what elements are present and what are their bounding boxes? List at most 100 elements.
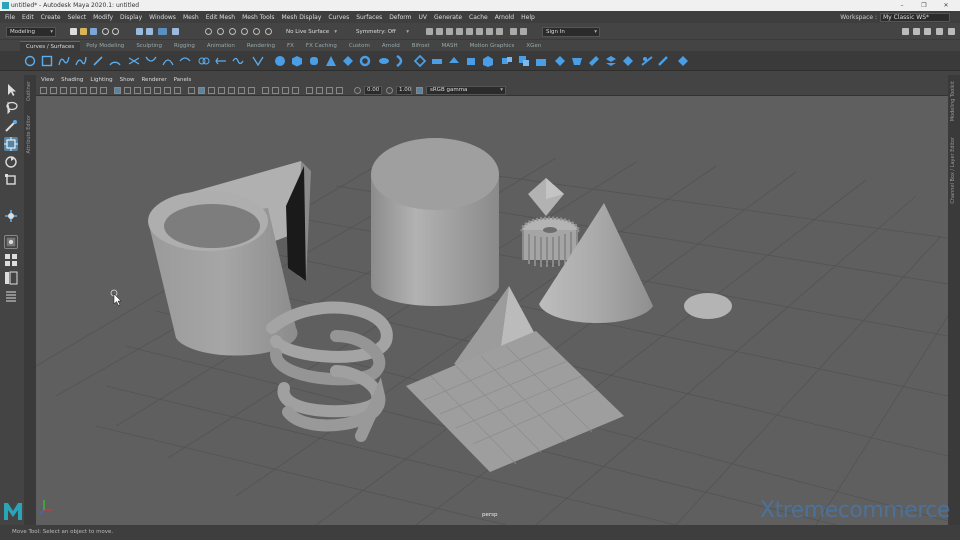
field-chart-icon[interactable] [154, 87, 161, 94]
sculpt-geometry-icon[interactable] [658, 55, 670, 67]
gate-mask-icon[interactable] [144, 87, 151, 94]
disc-object[interactable] [684, 293, 732, 319]
menu-display[interactable]: Display [120, 14, 142, 21]
lasso-tool-icon[interactable] [4, 101, 18, 115]
viewport-scene[interactable] [36, 96, 948, 525]
construction-history-icon[interactable] [426, 28, 433, 35]
scale-tool-icon[interactable] [4, 173, 18, 187]
attribute-editor-toggle-icon[interactable] [913, 28, 920, 35]
ep-curve-tool-icon[interactable] [75, 55, 87, 67]
maximize-button[interactable]: ❐ [914, 0, 934, 11]
nurbs-cube-icon[interactable] [291, 55, 303, 67]
isolate-select-icon[interactable] [306, 87, 313, 94]
paint-select-tool-icon[interactable] [4, 119, 18, 133]
panel-menu-renderer[interactable]: Renderer [141, 77, 166, 83]
snap-to-edge-icon[interactable] [265, 28, 272, 35]
boundary-icon[interactable] [482, 55, 494, 67]
lock-selection-icon[interactable] [172, 28, 179, 35]
tab-rendering[interactable]: Rendering [241, 41, 281, 51]
attach-curves-icon[interactable] [128, 55, 140, 67]
tab-rigging[interactable]: Rigging [168, 41, 201, 51]
birail-icon[interactable] [448, 55, 460, 67]
tab-curves-surfaces[interactable]: Curves / Surfaces [20, 41, 81, 51]
xray-joints-icon[interactable] [326, 87, 333, 94]
project-curve-icon[interactable] [535, 55, 547, 67]
tab-poly-modeling[interactable]: Poly Modeling [80, 41, 130, 51]
insert-knot-icon[interactable] [162, 55, 174, 67]
grease-pencil-icon[interactable] [100, 87, 107, 94]
trim-tool-icon[interactable] [554, 55, 566, 67]
menu-generate[interactable]: Generate [434, 14, 462, 21]
ipr-render-icon[interactable] [446, 28, 453, 35]
undo-icon[interactable] [102, 28, 109, 35]
nurbs-cylinder-icon[interactable] [308, 55, 320, 67]
nurbs-torus-icon[interactable] [359, 55, 371, 67]
motion-blur-icon[interactable] [272, 87, 279, 94]
tab-arnold[interactable]: Arnold [376, 41, 406, 51]
lock-camera-icon[interactable] [50, 87, 57, 94]
smooth-shade-icon[interactable] [198, 87, 205, 94]
channel-box-toggle-icon[interactable] [936, 28, 943, 35]
image-plane-icon[interactable] [80, 87, 87, 94]
arc-tool-icon[interactable] [109, 55, 121, 67]
open-close-surfaces-icon[interactable] [641, 55, 653, 67]
color-management-icon[interactable] [416, 87, 423, 94]
panel-menu-show[interactable]: Show [120, 77, 135, 83]
menu-mesh-tools[interactable]: Mesh Tools [242, 14, 274, 21]
reverse-curve-icon[interactable] [215, 55, 227, 67]
gear-icon[interactable] [948, 28, 955, 35]
nurbs-cone-icon[interactable] [325, 55, 337, 67]
menu-help[interactable]: Help [521, 14, 535, 21]
select-component-icon[interactable] [158, 28, 167, 35]
snap-view-plane-icon[interactable] [241, 28, 248, 35]
surface-editing-icon[interactable] [677, 55, 689, 67]
snap-live-icon[interactable] [253, 28, 260, 35]
menu-uv[interactable]: UV [419, 14, 428, 21]
snap-point-icon[interactable] [229, 28, 236, 35]
resolution-gate-icon[interactable] [134, 87, 141, 94]
single-view-layout-icon[interactable] [4, 235, 18, 249]
default-material-icon[interactable] [208, 87, 215, 94]
tab-xgen[interactable]: XGen [520, 41, 547, 51]
render-settings-icon[interactable] [456, 28, 463, 35]
attribute-editor-tab[interactable]: Attribute Editor [26, 115, 32, 153]
offset-curve-icon[interactable] [198, 55, 210, 67]
textured-icon[interactable] [228, 87, 235, 94]
menu-create[interactable]: Create [41, 14, 61, 21]
square-surface-icon[interactable] [501, 55, 513, 67]
menu-edit-mesh[interactable]: Edit Mesh [206, 14, 235, 21]
camera-sequencer-icon[interactable] [510, 28, 517, 35]
multisample-aa-icon[interactable] [282, 87, 289, 94]
screen-space-ao-icon[interactable] [262, 87, 269, 94]
select-hierarchy-icon[interactable] [136, 28, 143, 35]
xray-icon[interactable] [316, 87, 323, 94]
wireframe-on-shaded-icon[interactable] [218, 87, 225, 94]
select-camera-icon[interactable] [40, 87, 47, 94]
outliner-graph-layout-icon[interactable] [4, 289, 18, 303]
channel-box-layer-editor-tab[interactable]: Channel Box / Layer Editor [950, 137, 956, 204]
gamma-field[interactable]: 1.00 [396, 86, 412, 95]
two-d-pan-zoom-icon[interactable] [90, 87, 97, 94]
nurbs-circle-icon[interactable] [24, 55, 36, 67]
hypershade-icon[interactable] [466, 28, 473, 35]
menu-file[interactable]: File [5, 14, 15, 21]
light-editor-icon[interactable] [496, 28, 503, 35]
workspace-dropdown[interactable]: My Classic WS* [880, 12, 950, 22]
menu-arnold[interactable]: Arnold [495, 14, 514, 21]
grid-toggle-icon[interactable] [114, 87, 121, 94]
four-view-layout-icon[interactable] [4, 253, 18, 267]
panel-menu-panels[interactable]: Panels [174, 77, 192, 83]
snap-curve-icon[interactable] [217, 28, 224, 35]
cylinder-object[interactable] [371, 138, 499, 306]
menu-curves[interactable]: Curves [328, 14, 349, 21]
tab-animation[interactable]: Animation [201, 41, 241, 51]
pencil-curve-tool-icon[interactable] [92, 55, 104, 67]
view-transform-dropdown[interactable]: sRGB gamma [426, 86, 506, 95]
tab-bifrost[interactable]: Bifrost [406, 41, 436, 51]
modeling-toolkit-tab[interactable]: Modeling Toolkit [950, 81, 956, 121]
grid-plane-object[interactable] [406, 331, 624, 472]
menu-set-dropdown[interactable]: Modeling [6, 27, 56, 37]
octahedron-object[interactable] [528, 178, 564, 216]
align-surfaces-icon[interactable] [622, 55, 634, 67]
menu-mesh-display[interactable]: Mesh Display [282, 14, 322, 21]
